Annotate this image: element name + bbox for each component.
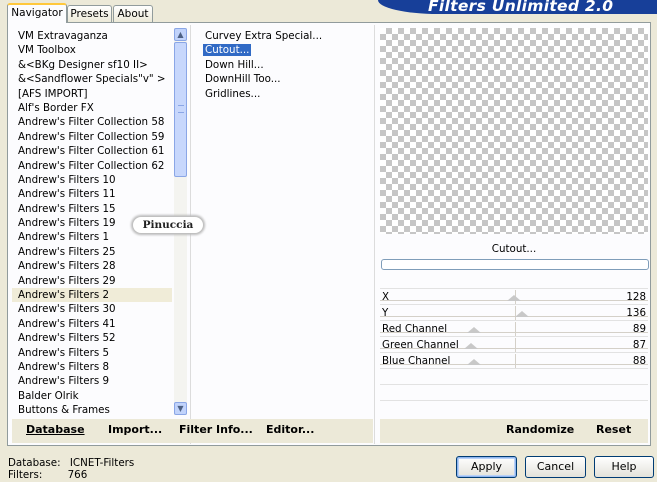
filter-item-label: Cutout... [203, 44, 252, 57]
category-item[interactable]: Andrew's Filters 25 [12, 245, 172, 259]
command-bar: Database Import... Filter Info... Editor… [12, 419, 373, 443]
slider-thumb[interactable] [466, 327, 481, 333]
preview-filter-name: Cutout... [491, 243, 537, 255]
category-item[interactable]: Andrew's Filters 52 [12, 331, 172, 345]
category-item[interactable]: Andrew's Filters 15 [12, 202, 172, 216]
database-label: Database: [8, 457, 61, 469]
parameter-value: 89 [632, 323, 646, 335]
filter-item-label: Curvey Extra Special... [205, 30, 323, 42]
parameter-label: Green Channel [382, 339, 459, 351]
import-button[interactable]: Import... [108, 423, 162, 436]
category-item[interactable]: Alf's Border FX [12, 101, 172, 115]
category-item[interactable]: Andrew's Filters 41 [12, 317, 172, 331]
parameter-slider[interactable]: Green Channel 87 [380, 336, 648, 353]
slider-track [380, 316, 648, 317]
category-item[interactable]: Andrew's Filter Collection 62 [12, 159, 172, 173]
grip-icon [178, 105, 184, 113]
reset-button[interactable]: Reset [596, 423, 631, 436]
scroll-up-button[interactable]: ▲ [174, 28, 187, 41]
slider-thumb[interactable] [507, 295, 521, 301]
parameter-slider[interactable]: Y 136 [380, 304, 648, 321]
parameter-value: 88 [632, 355, 646, 367]
parameter-value: 136 [626, 307, 646, 319]
slider-thumb[interactable] [464, 343, 479, 349]
parameter-value: 87 [632, 339, 646, 351]
parameter-value: 128 [626, 291, 646, 303]
editor-button[interactable]: Editor... [266, 423, 314, 436]
parameter-slider[interactable]: Blue Channel 88 [380, 352, 648, 369]
category-item[interactable]: Buttons & Frames [12, 403, 172, 417]
filter-item-label: Down Hill... [205, 58, 264, 71]
category-item[interactable]: Andrew's Filters 28 [12, 259, 172, 273]
category-item[interactable]: Andrew's Filters 10 [12, 173, 172, 187]
filters-status: Filters: 766 [8, 469, 87, 481]
category-item[interactable]: [AFS IMPORT] [12, 87, 172, 101]
category-item[interactable]: Andrew's Filters 11 [12, 187, 172, 201]
category-item[interactable]: Andrew's Filters 9 [12, 374, 172, 388]
category-item[interactable]: Andrew's Filters 2 [12, 288, 172, 303]
category-item[interactable]: Andrew's Filter Collection 61 [12, 144, 172, 158]
slider-center-tick [515, 354, 516, 368]
filter-item[interactable]: DownHill Too... [200, 72, 370, 86]
command-bar-right: Randomize Reset [380, 419, 648, 443]
filter-item[interactable]: Curvey Extra Special... [200, 29, 370, 43]
filter-item[interactable]: Cutout... [200, 43, 370, 57]
tab-presets[interactable]: Presets [67, 5, 112, 22]
preview-divider [374, 25, 375, 444]
category-item[interactable]: &<BKg Designer sf10 II> [12, 58, 172, 72]
preview-progress-bar [381, 259, 649, 270]
category-item[interactable]: Andrew's Filters 30 [12, 302, 172, 316]
database-value: ICNET-Filters [69, 457, 135, 469]
banner-title: Filters Unlimited 2.0 [428, 0, 614, 15]
filters-count: 766 [67, 469, 88, 481]
tab-about[interactable]: About [113, 5, 153, 22]
parameter-slider[interactable]: Red Channel 89 [380, 320, 648, 337]
empty-parameter-row [380, 400, 648, 416]
category-item[interactable]: VM Extravaganza [12, 29, 172, 43]
category-item[interactable]: Andrew's Filter Collection 59 [12, 130, 172, 144]
empty-parameter-row [380, 384, 648, 400]
category-item[interactable]: Balder Olrik [12, 389, 172, 403]
parameter-label: X [382, 291, 390, 303]
filter-item-label: Gridlines... [205, 87, 261, 100]
category-item[interactable]: &<Sandflower Specials"v" > [12, 72, 172, 86]
slider-center-tick [515, 322, 516, 336]
category-item[interactable]: Andrew's Filters 5 [12, 346, 172, 360]
filter-info-button[interactable]: Filter Info... [179, 423, 253, 436]
filter-item[interactable]: Gridlines... [200, 87, 370, 101]
parameter-slider[interactable]: X 128 [380, 288, 648, 305]
filter-list[interactable]: Curvey Extra Special... Cutout... Down Hil… [200, 29, 370, 101]
category-item[interactable]: Andrew's Filter Collection 58 [12, 115, 172, 129]
watermark-badge: Pinuccia [133, 217, 203, 233]
category-item[interactable]: Andrew's Filters 29 [12, 274, 172, 288]
scroll-down-button[interactable]: ▼ [174, 402, 187, 415]
slider-thumb[interactable] [466, 359, 481, 365]
scroll-thumb[interactable] [174, 42, 187, 177]
slider-center-tick [515, 338, 516, 352]
filters-label: Filters: [8, 469, 43, 481]
help-button[interactable]: Help [594, 456, 654, 478]
parameter-label: Blue Channel [382, 355, 451, 367]
slider-thumb[interactable] [515, 311, 530, 317]
filter-item-label: DownHill Too... [205, 73, 281, 86]
parameter-label: Y [382, 307, 389, 319]
preview-image [380, 28, 648, 234]
database-button[interactable]: Database [26, 423, 85, 436]
randomize-button[interactable]: Randomize [506, 423, 574, 436]
category-item[interactable]: Andrew's Filters 8 [12, 360, 172, 374]
empty-parameter-row [380, 368, 648, 384]
database-status: Database: ICNET-Filters [8, 457, 134, 469]
list-divider [190, 25, 191, 444]
tab-navigator[interactable]: Navigator [7, 3, 67, 23]
parameter-label: Red Channel [382, 323, 448, 335]
cancel-button[interactable]: Cancel [525, 456, 586, 478]
apply-button[interactable]: Apply [456, 456, 517, 478]
filter-item[interactable]: Down Hill... [200, 58, 370, 72]
category-item[interactable]: VM Toolbox [12, 43, 172, 57]
